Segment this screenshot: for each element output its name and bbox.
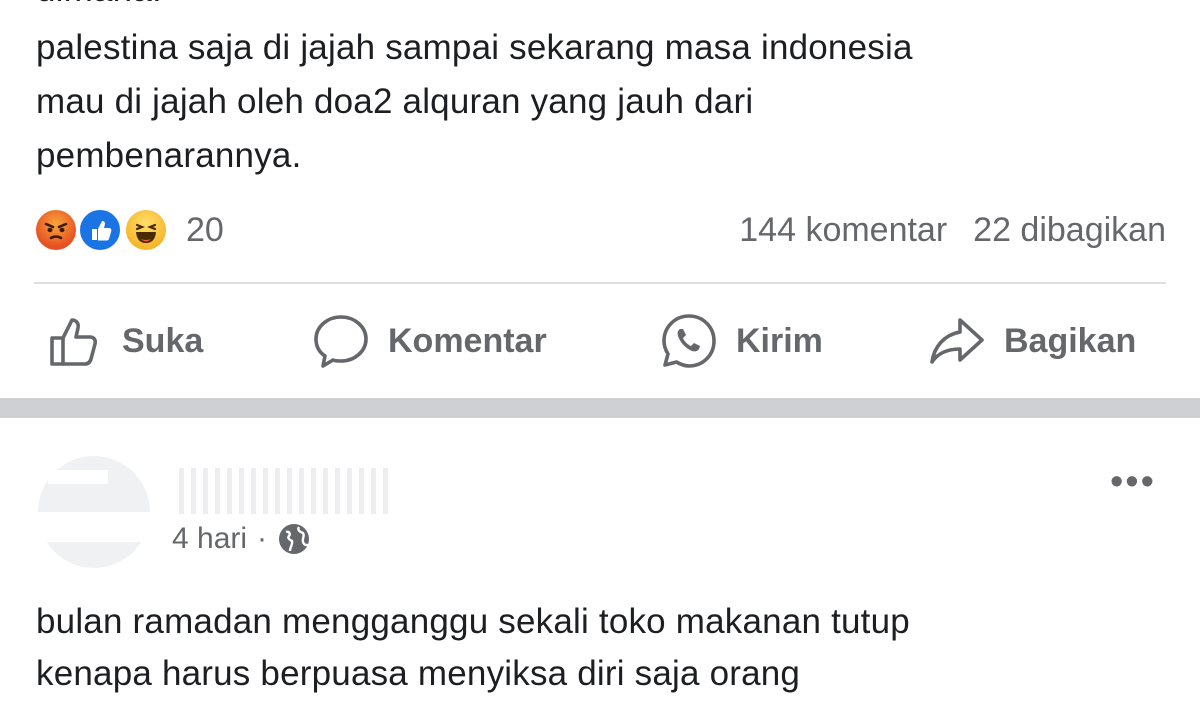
divider [34,282,1166,284]
more-options-icon[interactable]: ••• [1110,463,1156,501]
post-text-line: dimana. [36,0,162,18]
send-label: Kirim [736,321,823,360]
post-text-line: palestina saja di jajah sampai sekarang … [36,28,913,67]
reactions-summary: 20 144 komentar 22 dibagikan [34,206,1166,254]
post-header: 4 hari · ••• [0,418,1200,568]
meta-separator: · [257,522,268,555]
share-arrow-icon [930,318,984,364]
post-text-line: mau di jajah oleh doa2 alquran yang jauh… [36,82,754,121]
thumbs-up-icon [50,318,98,366]
send-button[interactable]: Kirim [660,306,823,376]
author-name-redacted[interactable] [172,468,392,514]
share-label: Bagikan [1004,321,1137,360]
haha-icon [124,208,168,252]
like-button[interactable]: Suka [46,306,203,376]
speech-bubble-icon [314,315,368,368]
share-button[interactable]: Bagikan [928,306,1136,376]
like-label: Suka [122,321,204,360]
post-meta: 4 hari · [172,522,311,556]
post-text-line: bulan ramadan mengganggu sekali toko mak… [36,602,910,641]
like-icon [78,208,122,252]
whatsapp-icon [662,314,716,368]
post-action-bar: Suka Komentar Kirim Bagikan [0,306,1200,376]
share-count[interactable]: 22 dibagikan [973,211,1166,249]
angry-icon [34,208,78,252]
globe-icon [279,524,310,554]
post-text-line: pembenarannya. [36,136,302,175]
reaction-count[interactable]: 20 [186,208,224,252]
comment-count[interactable]: 144 komentar [739,211,947,249]
comment-button[interactable]: Komentar [312,306,547,376]
post-time[interactable]: 4 hari [172,522,247,556]
post-stats: 144 komentar 22 dibagikan [713,208,1166,252]
post-text-line: kenapa harus berpuasa menyiksa diri saja… [36,654,801,693]
avatar[interactable] [38,456,150,568]
feed-separator [0,398,1200,418]
comment-label: Komentar [388,321,547,360]
